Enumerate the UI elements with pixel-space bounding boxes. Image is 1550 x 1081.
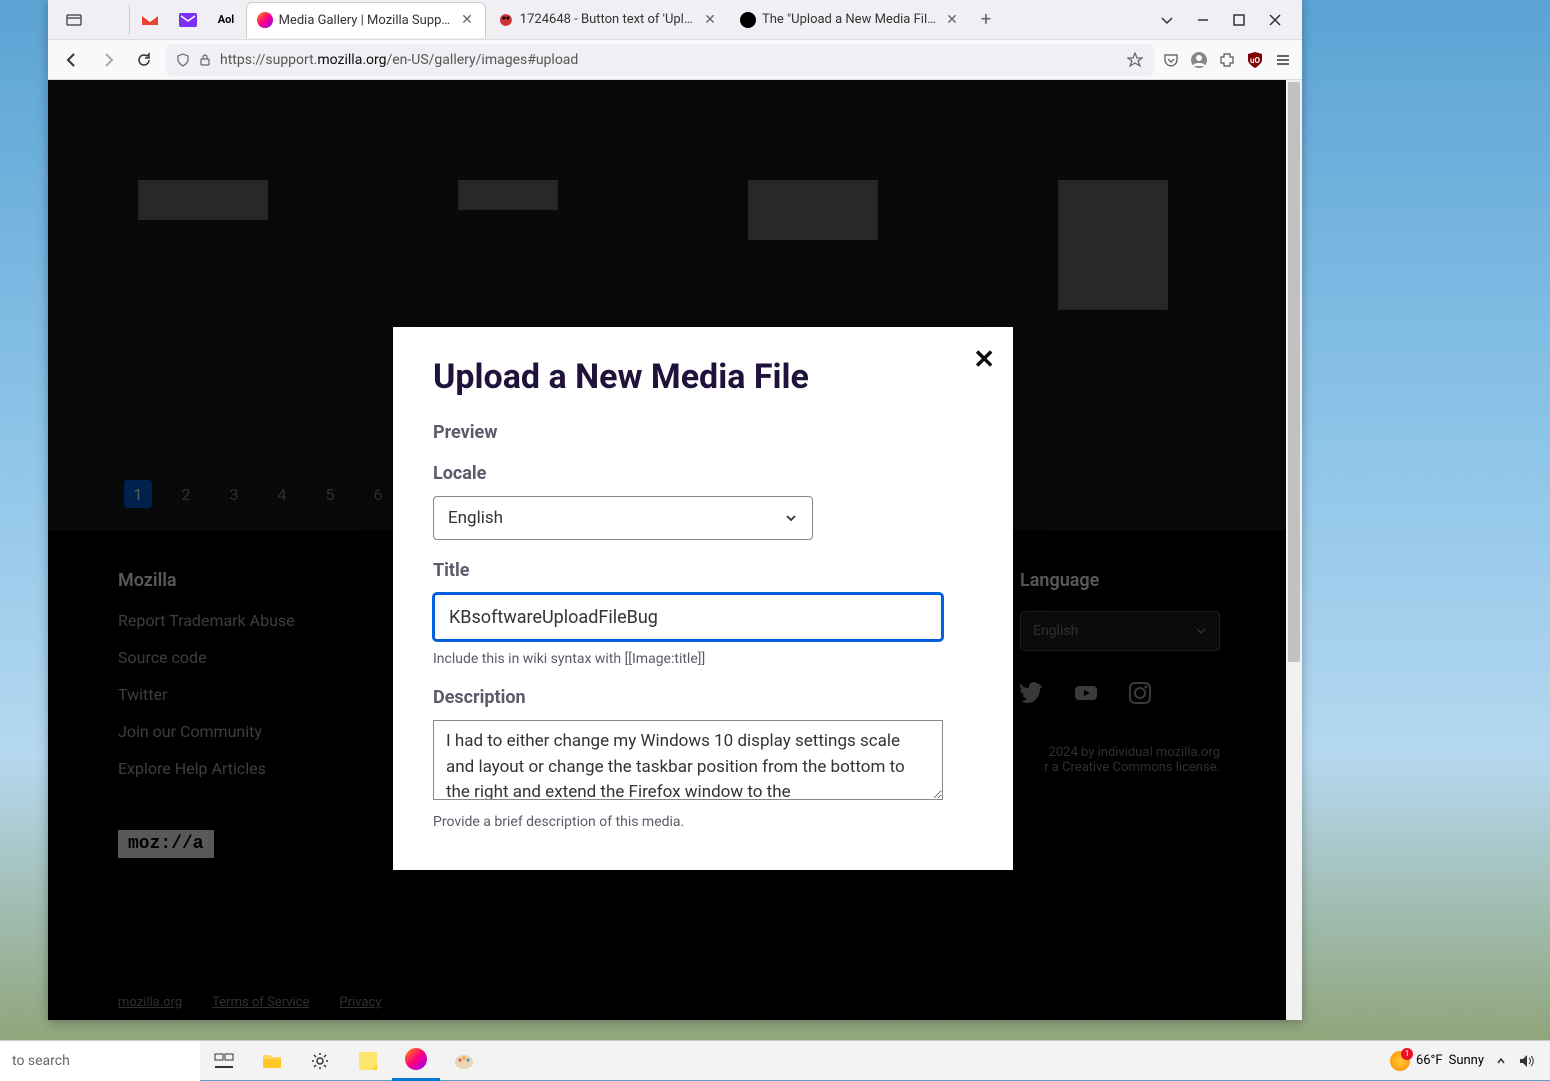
shield-icon: [176, 53, 190, 67]
task-view-icon[interactable]: [200, 1041, 248, 1081]
tab-bar: Aol Media Gallery | Mozilla Support ✕ 17…: [48, 0, 1302, 40]
new-tab-button[interactable]: +: [972, 6, 1000, 34]
description-label: Description: [433, 687, 973, 708]
locale-select[interactable]: English: [433, 496, 813, 540]
tab-spaces-icon[interactable]: [56, 4, 92, 36]
url-text: https://support.mozilla.org/en-US/galler…: [220, 52, 1118, 68]
upload-media-modal: ✕ Upload a New Media File Preview Locale…: [393, 327, 1013, 870]
window-minimize-icon[interactable]: [1194, 11, 1212, 29]
chevron-down-icon: [784, 511, 798, 525]
forward-button[interactable]: [94, 46, 122, 74]
title-hint: Include this in wiki syntax with [[Image…: [433, 651, 973, 667]
browser-window: Aol Media Gallery | Mozilla Support ✕ 17…: [48, 0, 1302, 1020]
url-bar[interactable]: https://support.mozilla.org/en-US/galler…: [166, 44, 1154, 76]
window-maximize-icon[interactable]: [1230, 11, 1248, 29]
sticky-notes-icon[interactable]: [344, 1041, 392, 1081]
tab-title: The "Upload a New Media File": [762, 12, 938, 27]
file-explorer-icon[interactable]: [248, 1041, 296, 1081]
preview-label: Preview: [433, 422, 973, 443]
description-textarea[interactable]: [433, 720, 943, 800]
tab-github[interactable]: The "Upload a New Media File" ✕: [730, 2, 970, 38]
back-button[interactable]: [58, 46, 86, 74]
weather-condition: Sunny: [1449, 1053, 1484, 1068]
scrollbar-thumb[interactable]: [1288, 82, 1300, 662]
github-favicon-icon: [740, 12, 756, 28]
tray-chevron-icon[interactable]: [1496, 1056, 1506, 1066]
svg-text:uO: uO: [1250, 56, 1260, 65]
tab-close-icon[interactable]: ✕: [702, 12, 718, 28]
reload-button[interactable]: [130, 46, 158, 74]
tab-close-icon[interactable]: ✕: [944, 12, 960, 28]
tab-title: Media Gallery | Mozilla Support: [279, 13, 453, 28]
title-input[interactable]: [433, 593, 943, 641]
tab-bugzilla[interactable]: 1724648 - Button text of 'Uploa ✕: [488, 2, 728, 38]
tab-overflow-icon[interactable]: [1158, 11, 1176, 29]
locale-label: Locale: [433, 463, 973, 484]
modal-title: Upload a New Media File: [433, 357, 973, 397]
title-label: Title: [433, 560, 973, 581]
taskbar-search[interactable]: to search: [0, 1041, 200, 1081]
windows-taskbar: to search 1 66°F Sunny: [0, 1040, 1550, 1080]
volume-icon[interactable]: [1518, 1053, 1534, 1069]
description-hint: Provide a brief description of this medi…: [433, 814, 973, 830]
page-content: Mozilla Report Trademark Abuse Source co…: [48, 80, 1302, 1020]
nav-bar: https://support.mozilla.org/en-US/galler…: [48, 40, 1302, 80]
bookmark-star-icon[interactable]: [1126, 51, 1144, 69]
menu-icon[interactable]: [1274, 51, 1292, 69]
weather-temp: 66°F: [1416, 1053, 1443, 1068]
account-icon[interactable]: [1190, 51, 1208, 69]
bugzilla-favicon-icon: [498, 12, 514, 28]
tab-media-gallery[interactable]: Media Gallery | Mozilla Support ✕: [246, 2, 486, 38]
pinned-tab-mail[interactable]: [170, 4, 206, 36]
page-scrollbar[interactable]: [1286, 80, 1302, 1020]
settings-icon[interactable]: [296, 1041, 344, 1081]
paint-icon[interactable]: [440, 1041, 488, 1081]
firefox-taskbar-icon[interactable]: [392, 1041, 440, 1081]
lock-icon: [198, 53, 212, 67]
pinned-tab-gmail[interactable]: [132, 4, 168, 36]
pinned-tab-aol[interactable]: Aol: [208, 4, 244, 36]
weather-widget[interactable]: 1 66°F Sunny: [1390, 1051, 1484, 1071]
window-close-icon[interactable]: [1266, 11, 1284, 29]
tab-title: 1724648 - Button text of 'Uploa: [520, 12, 696, 27]
sun-icon: 1: [1390, 1051, 1410, 1071]
firefox-favicon-icon: [257, 12, 273, 28]
extensions-icon[interactable]: [1218, 51, 1236, 69]
tab-close-icon[interactable]: ✕: [459, 12, 475, 28]
modal-close-button[interactable]: ✕: [973, 345, 995, 375]
pocket-icon[interactable]: [1162, 51, 1180, 69]
ublock-icon[interactable]: uO: [1246, 51, 1264, 69]
